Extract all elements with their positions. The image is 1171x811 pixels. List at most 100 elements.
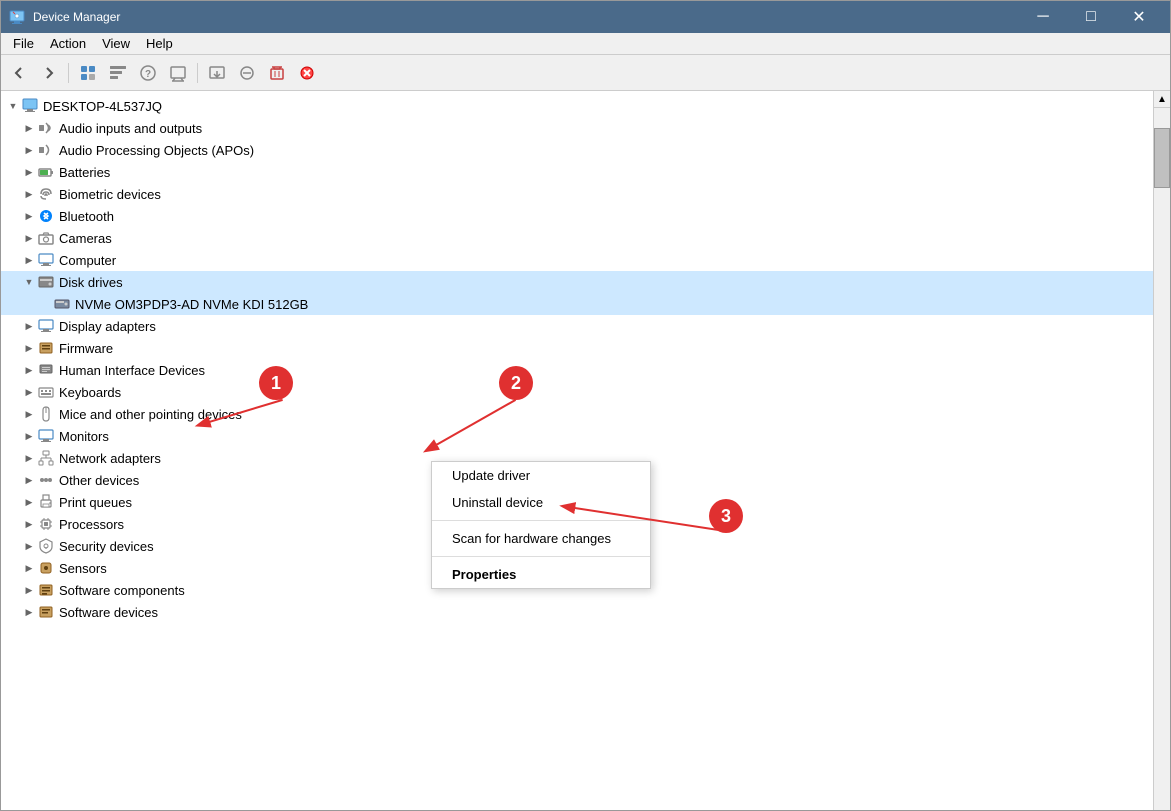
toolbar-separator-1	[68, 63, 69, 83]
back-button[interactable]	[5, 59, 33, 87]
security-label: Security devices	[59, 539, 154, 554]
device-manager-window: Device Manager ─ □ ✕ File Action View He…	[0, 0, 1171, 811]
sensors-label: Sensors	[59, 561, 107, 576]
audio-label: Audio inputs and outputs	[59, 121, 202, 136]
audio-icon	[37, 119, 55, 137]
processor-icon	[37, 515, 55, 533]
tree-toggle-security[interactable]: ▶	[21, 538, 37, 554]
tree-toggle-bluetooth[interactable]: ▶	[21, 208, 37, 224]
tree-item-biometric[interactable]: ▶ Biometric devices	[1, 183, 1153, 205]
scroll-up-button[interactable]: ▲	[1154, 91, 1170, 108]
context-menu: Update driver Uninstall device Scan for …	[431, 461, 651, 589]
maximize-button[interactable]: □	[1068, 1, 1114, 33]
tree-toggle-processors[interactable]: ▶	[21, 516, 37, 532]
context-separator-2	[432, 556, 650, 557]
menu-help[interactable]: Help	[138, 34, 181, 53]
uninstall-device-button[interactable]	[263, 59, 291, 87]
diskdrives-label: Disk drives	[59, 275, 123, 290]
monitors-label: Monitors	[59, 429, 109, 444]
tree-toggle-biometric[interactable]: ▶	[21, 186, 37, 202]
update-driver-toolbar-button[interactable]	[203, 59, 231, 87]
tree-item-firmware[interactable]: ▶ Firmware	[1, 337, 1153, 359]
network-label: Network adapters	[59, 451, 161, 466]
display-label: Display adapters	[59, 319, 156, 334]
tree-item-nvme[interactable]: ▶ NVMe OM3PDP3-AD NVMe KDI 512GB	[1, 293, 1153, 315]
context-update-driver[interactable]: Update driver	[432, 462, 650, 489]
minimize-button[interactable]: ─	[1020, 1, 1066, 33]
tree-toggle-root[interactable]: ▼	[5, 98, 21, 114]
scan-hardware-button[interactable]	[164, 59, 192, 87]
toolbar-separator-2	[197, 63, 198, 83]
tree-item-keyboards[interactable]: ▶ Keyboards	[1, 381, 1153, 403]
scrollbar-thumb[interactable]	[1154, 128, 1170, 188]
mouse-icon	[37, 405, 55, 423]
tree-item-mice[interactable]: ▶ Mice and other pointing devices	[1, 403, 1153, 425]
display-icon	[37, 317, 55, 335]
tree-toggle-other[interactable]: ▶	[21, 472, 37, 488]
device-tree[interactable]: ▼ DESKTOP-4L537JQ ▶	[1, 91, 1153, 810]
tree-toggle-softwarecomp[interactable]: ▶	[21, 582, 37, 598]
menu-action[interactable]: Action	[42, 34, 94, 53]
biometric-label: Biometric devices	[59, 187, 161, 202]
tree-item-monitors[interactable]: ▶ Monitors	[1, 425, 1153, 447]
tree-toggle-batteries[interactable]: ▶	[21, 164, 37, 180]
firmware-label: Firmware	[59, 341, 113, 356]
tree-item-root[interactable]: ▼ DESKTOP-4L537JQ	[1, 95, 1153, 117]
camera-icon	[37, 229, 55, 247]
tree-toggle-cameras[interactable]: ▶	[21, 230, 37, 246]
properties-button[interactable]: ?	[134, 59, 162, 87]
tree-toggle-hid[interactable]: ▶	[21, 362, 37, 378]
show-by-connection-button[interactable]	[104, 59, 132, 87]
tree-toggle-print[interactable]: ▶	[21, 494, 37, 510]
tree-item-cameras[interactable]: ▶ Cameras	[1, 227, 1153, 249]
mice-label: Mice and other pointing devices	[59, 407, 242, 422]
tree-item-computer[interactable]: ▶ Computer	[1, 249, 1153, 271]
tree-toggle-audio[interactable]: ▶	[21, 120, 37, 136]
tree-toggle-diskdrives[interactable]: ▼	[21, 274, 37, 290]
tree-toggle-display[interactable]: ▶	[21, 318, 37, 334]
keyboard-icon	[37, 383, 55, 401]
forward-button[interactable]	[35, 59, 63, 87]
close-button[interactable]: ✕	[1116, 1, 1162, 33]
tree-toggle-mice[interactable]: ▶	[21, 406, 37, 422]
tree-item-batteries[interactable]: ▶ Batteries	[1, 161, 1153, 183]
disk-icon	[37, 273, 55, 291]
batteries-label: Batteries	[59, 165, 110, 180]
other-label: Other devices	[59, 473, 139, 488]
tree-item-audio[interactable]: ▶ Audio inputs and outputs	[1, 117, 1153, 139]
bluetooth-label: Bluetooth	[59, 209, 114, 224]
tree-item-softwaredev[interactable]: ▶ Software devices	[1, 601, 1153, 623]
tree-toggle-sensors[interactable]: ▶	[21, 560, 37, 576]
window-title: Device Manager	[33, 10, 1020, 24]
tree-item-display[interactable]: ▶ Display adapters	[1, 315, 1153, 337]
security-icon	[37, 537, 55, 555]
tree-toggle-network[interactable]: ▶	[21, 450, 37, 466]
context-separator	[432, 520, 650, 521]
tree-toggle-monitors[interactable]: ▶	[21, 428, 37, 444]
context-uninstall-device[interactable]: Uninstall device	[432, 489, 650, 516]
menu-view[interactable]: View	[94, 34, 138, 53]
menu-bar: File Action View Help	[1, 33, 1170, 55]
hid-label: Human Interface Devices	[59, 363, 205, 378]
apo-icon	[37, 141, 55, 159]
svg-text:?: ?	[145, 69, 151, 80]
firmware-icon	[37, 339, 55, 357]
show-by-type-button[interactable]	[74, 59, 102, 87]
tree-item-hid[interactable]: ▶ Human Interface Devices	[1, 359, 1153, 381]
cancel-button[interactable]	[293, 59, 321, 87]
tree-item-bluetooth[interactable]: ▶ Bluetooth	[1, 205, 1153, 227]
tree-toggle-apo[interactable]: ▶	[21, 142, 37, 158]
tree-toggle-firmware[interactable]: ▶	[21, 340, 37, 356]
content-area: ▼ DESKTOP-4L537JQ ▶	[1, 91, 1170, 810]
scrollbar[interactable]: ▲	[1153, 91, 1170, 810]
tree-item-diskdrives[interactable]: ▼ Disk drives	[1, 271, 1153, 293]
network-icon	[37, 449, 55, 467]
disable-button[interactable]	[233, 59, 261, 87]
tree-item-apo[interactable]: ▶ Audio Processing Objects (APOs)	[1, 139, 1153, 161]
tree-toggle-computer[interactable]: ▶	[21, 252, 37, 268]
tree-toggle-keyboards[interactable]: ▶	[21, 384, 37, 400]
context-properties[interactable]: Properties	[432, 561, 650, 588]
context-scan-hardware[interactable]: Scan for hardware changes	[432, 525, 650, 552]
tree-toggle-softwaredev[interactable]: ▶	[21, 604, 37, 620]
menu-file[interactable]: File	[5, 34, 42, 53]
